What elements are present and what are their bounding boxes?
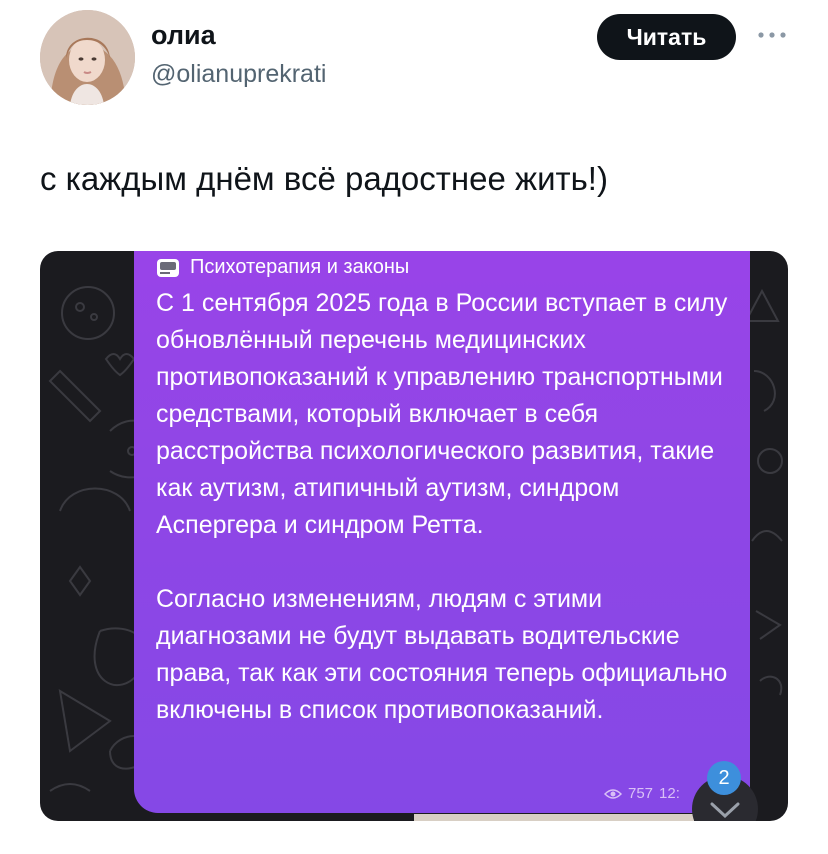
views-count: 757 [628, 785, 654, 802]
author-name[interactable]: олиа [151, 20, 216, 51]
more-options-icon[interactable] [755, 28, 789, 42]
unread-count-badge: 2 [707, 761, 741, 795]
channel-name: Психотерапия и законы [190, 256, 410, 278]
message-time: 12: [659, 785, 680, 802]
message-text: С 1 сентября 2025 года в России вступает… [156, 285, 736, 729]
follow-button[interactable]: Читать [597, 14, 736, 60]
next-message-edge [414, 814, 694, 821]
channel-header[interactable]: Психотерапия и законы [156, 256, 409, 279]
tweet-media[interactable]: Психотерапия и законы С 1 сентября 2025 … [40, 251, 788, 821]
author-avatar[interactable] [40, 10, 135, 105]
tweet-text: с каждым днём всё радостнее жить!) [40, 160, 608, 197]
avatar-photo [40, 10, 135, 105]
chevron-down-icon [710, 802, 740, 818]
message-paragraph-2: Согласно изменениям, людям с этими диагн… [156, 585, 728, 724]
message-meta: 757 12: [604, 785, 680, 802]
message-paragraph-1: С 1 сентября 2025 года в России вступает… [156, 289, 728, 539]
author-handle[interactable]: @olianuprekrati [151, 60, 326, 89]
channel-avatar-icon [157, 258, 179, 277]
views-eye-icon [604, 788, 622, 799]
